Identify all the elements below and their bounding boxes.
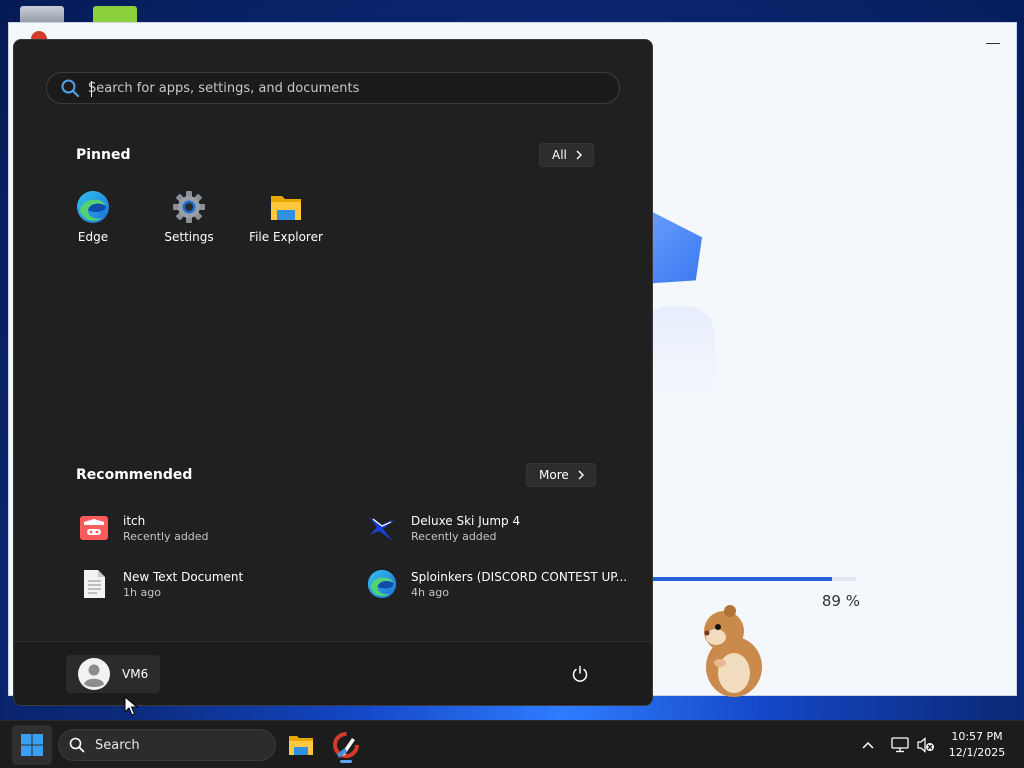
- recommended-item-subtitle: 4h ago: [411, 585, 449, 599]
- recommended-item-sploinkers[interactable]: Sploinkers (DISCORD CONTEST UP... 4h ago: [365, 564, 635, 604]
- taskbar-clock[interactable]: 10:57 PM 12/1/2025: [944, 729, 1010, 761]
- search-icon: [61, 79, 80, 98]
- show-hidden-icons-button[interactable]: [858, 734, 878, 756]
- recommended-heading: Recommended: [76, 467, 193, 483]
- itch-icon: [80, 516, 108, 540]
- pinned-app-file-explorer[interactable]: File Explorer: [238, 188, 334, 252]
- taskbar-search-box[interactable]: Search: [58, 729, 276, 761]
- network-icon: [891, 737, 909, 753]
- clock-date: 12/1/2025: [948, 746, 1006, 759]
- taskbar-file-explorer[interactable]: [281, 725, 321, 765]
- text-document-icon: [84, 570, 105, 598]
- edge-icon: [77, 191, 109, 223]
- chevron-up-icon: [862, 741, 874, 749]
- pinned-app-settings[interactable]: Settings: [141, 188, 237, 252]
- start-search-box[interactable]: [46, 72, 620, 104]
- taskbar: Search 10:57 PM 12/1/2025: [0, 720, 1024, 768]
- search-input[interactable]: [88, 73, 619, 103]
- pinned-app-edge[interactable]: Edge: [45, 188, 141, 252]
- recommended-item-name: Sploinkers (DISCORD CONTEST UP...: [411, 569, 628, 584]
- pinned-app-label: Settings: [164, 230, 214, 244]
- recommended-item-subtitle: Recently added: [411, 529, 497, 543]
- user-avatar-icon: [78, 658, 110, 690]
- recommended-item-itch[interactable]: itch Recently added: [77, 508, 347, 548]
- pinned-heading: Pinned: [76, 147, 131, 163]
- all-apps-label: All: [552, 148, 567, 162]
- power-button[interactable]: [568, 662, 592, 686]
- all-apps-button[interactable]: All: [539, 143, 594, 167]
- recommended-item-name: Deluxe Ski Jump 4: [411, 513, 521, 528]
- recommended-item-subtitle: 1h ago: [123, 585, 161, 599]
- volume-button[interactable]: [916, 734, 936, 756]
- more-button[interactable]: More: [526, 463, 596, 487]
- user-name: VM6: [122, 667, 149, 681]
- settings-gear-icon: [173, 191, 205, 223]
- recommended-item-name: itch: [123, 513, 146, 528]
- network-status-button[interactable]: [890, 734, 910, 756]
- user-account-button[interactable]: VM6: [66, 655, 161, 693]
- progress-percent: 89 %: [821, 592, 860, 610]
- hamster-mascot-icon: [704, 605, 762, 697]
- ski-jumper-icon: [369, 517, 395, 541]
- folder-icon: [289, 736, 313, 755]
- recommended-item-new-text-document[interactable]: New Text Document 1h ago: [77, 564, 347, 604]
- folder-icon: [271, 196, 301, 220]
- start-button[interactable]: [12, 725, 52, 765]
- ccleaner-icon: [333, 732, 359, 758]
- pinned-app-label: File Explorer: [249, 230, 323, 244]
- chevron-right-icon: [576, 150, 582, 160]
- progress-fill: [640, 577, 833, 581]
- search-icon: [69, 737, 85, 753]
- windows-logo-icon: [21, 734, 43, 756]
- taskbar-search-label: Search: [95, 737, 140, 753]
- text-caret: [91, 81, 92, 97]
- edge-icon: [367, 569, 397, 599]
- recommended-item-deluxe-ski-jump[interactable]: Deluxe Ski Jump 4 Recently added: [365, 508, 635, 548]
- chevron-right-icon: [578, 470, 584, 480]
- recommended-item-subtitle: Recently added: [123, 529, 209, 543]
- minimize-button[interactable]: [986, 43, 1000, 44]
- more-label: More: [539, 468, 569, 482]
- volume-muted-icon: [917, 737, 934, 753]
- power-icon: [572, 665, 588, 682]
- mouse-cursor-icon: [124, 696, 138, 716]
- start-menu-footer: VM6: [14, 641, 652, 705]
- active-app-indicator: [340, 760, 352, 763]
- recommended-item-name: New Text Document: [123, 569, 244, 584]
- start-menu: Pinned All Edge: [13, 39, 653, 706]
- pinned-app-label: Edge: [77, 230, 109, 244]
- clock-time: 10:57 PM: [951, 730, 1003, 743]
- taskbar-ccleaner[interactable]: [326, 725, 366, 765]
- install-progress-bar: [640, 577, 856, 581]
